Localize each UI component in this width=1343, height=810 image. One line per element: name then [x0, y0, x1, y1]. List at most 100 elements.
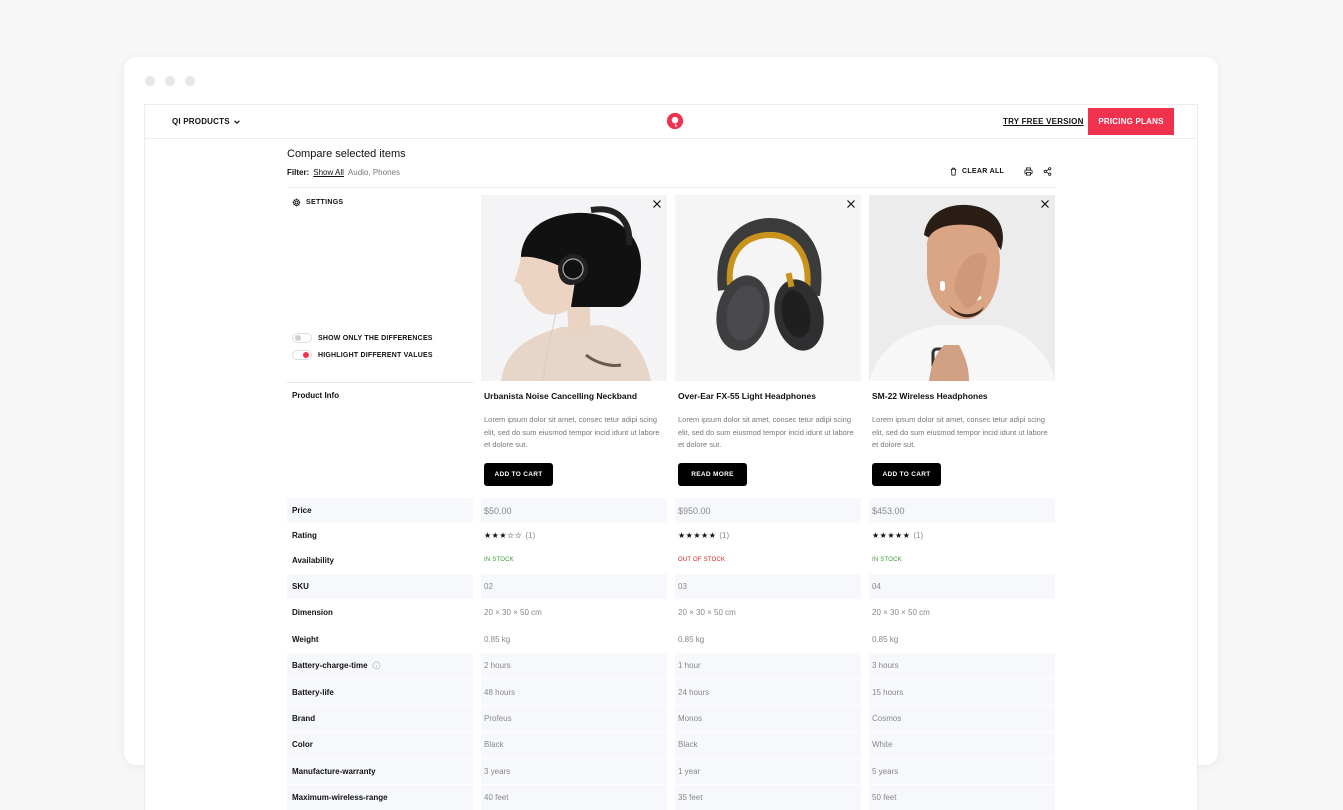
stock-status: IN STOCK [484, 557, 514, 564]
share-icon[interactable] [1043, 167, 1052, 176]
spec-value: 40 feet [481, 784, 667, 810]
spec-value: 50 feet [869, 784, 1055, 810]
product-image[interactable] [675, 195, 861, 381]
spec-label: Dimension [292, 608, 333, 618]
spec-value: 48 hours [481, 679, 667, 705]
product-photo-gold-headphones [675, 195, 861, 381]
rating-count: (1) [719, 531, 730, 541]
spec-row-battery-life: Battery-life 48 hours 24 hours 15 hours [287, 679, 1057, 705]
spec-label: Price [287, 498, 473, 524]
page-viewport: QI PRODUCTS TRY FREE VERSION PRICING PLA… [144, 104, 1198, 810]
product-image[interactable] [869, 195, 1055, 381]
filter-show-all-link[interactable]: Show All [313, 168, 344, 177]
spec-value: $50.00 [481, 498, 667, 524]
spec-label: Manufacture-warranty [287, 758, 473, 784]
product-column: Urbanista Noise Cancelling Neckband Lore… [481, 195, 667, 486]
window-controls [145, 76, 195, 86]
availability-cell: OUT OF STOCK [675, 547, 861, 572]
close-icon[interactable] [846, 199, 856, 209]
rating-stars: ★★★☆☆ [484, 531, 523, 541]
clear-all-label: CLEAR ALL [962, 168, 1005, 175]
filter-bar: Filter: Show All Audio, Phones [287, 168, 400, 177]
pricing-plans-button[interactable]: PRICING PLANS [1088, 108, 1174, 135]
stock-status: OUT OF STOCK [678, 557, 726, 564]
spec-value: 35 feet [675, 784, 861, 810]
spec-row-color: Color Black Black White [287, 732, 1057, 758]
spec-label-cell: Battery-charge-time [287, 652, 473, 679]
spec-value: 0.85 kg [484, 634, 511, 644]
spec-label: Rating [292, 531, 317, 541]
filter-categories[interactable]: Audio, Phones [348, 168, 400, 177]
info-icon[interactable] [372, 661, 381, 670]
spec-row-brand: Brand Profeus Monos Cosmos [287, 705, 1057, 732]
toggle-show-differences[interactable]: SHOW ONLY THE DIFFERENCES [292, 333, 433, 343]
print-icon[interactable] [1024, 167, 1033, 176]
settings-label: SETTINGS [306, 199, 344, 206]
spec-row-rating: Rating ★★★☆☆ (1) ★★★★★ (1) ★★★★★ (1) [287, 524, 1057, 547]
spec-value: 20 × 30 × 50 cm [678, 608, 736, 618]
product-name[interactable]: Over-Ear FX-55 Light Headphones [678, 391, 816, 401]
product-column: SM-22 Wireless Headphones Lorem ipsum do… [869, 195, 1055, 486]
product-photo-woman-headphones [481, 195, 667, 381]
rating-count: (1) [525, 531, 536, 541]
spec-value: 1 hour [675, 652, 861, 679]
rating-cell: ★★★☆☆ (1) [481, 524, 667, 547]
rating-cell: ★★★★★ (1) [869, 524, 1055, 547]
spec-label: Color [287, 732, 473, 758]
spec-value: 02 [481, 573, 667, 600]
add-to-cart-button[interactable]: ADD TO CART [872, 463, 941, 486]
close-icon[interactable] [1040, 199, 1050, 209]
compare-toolbar: CLEAR ALL [949, 167, 1052, 176]
availability-cell: IN STOCK [481, 547, 667, 572]
spec-row-weight: Weight 0.85 kg 0.85 kg 0.85 kg [287, 627, 1057, 653]
product-photo-man-earbuds [869, 195, 1055, 381]
spec-value: $950.00 [675, 498, 861, 524]
rating-stars: ★★★★★ [678, 531, 717, 541]
spec-label: SKU [287, 573, 473, 600]
spec-value: 24 hours [675, 679, 861, 705]
spec-value: 15 hours [869, 679, 1055, 705]
products-menu-label: QI PRODUCTS [172, 117, 230, 126]
product-image[interactable] [481, 195, 667, 381]
spec-label: Battery-charge-time [292, 661, 368, 671]
product-name[interactable]: Urbanista Noise Cancelling Neckband [484, 391, 637, 401]
spec-value: 20 × 30 × 50 cm [484, 608, 542, 618]
chevron-down-icon [233, 119, 240, 124]
spec-value: Monos [675, 705, 861, 732]
filter-label: Filter: [287, 168, 310, 177]
logo-icon[interactable] [666, 112, 684, 130]
spec-value: White [869, 732, 1055, 758]
toggle-label: SHOW ONLY THE DIFFERENCES [318, 334, 433, 342]
try-free-link[interactable]: TRY FREE VERSION [1003, 117, 1084, 126]
close-icon[interactable] [652, 199, 662, 209]
spec-value: 3 hours [869, 652, 1055, 679]
read-more-button[interactable]: READ MORE [678, 463, 747, 486]
toggle-label: HIGHLIGHT DIFFERENT VALUES [318, 351, 433, 359]
product-name[interactable]: SM-22 Wireless Headphones [872, 391, 988, 401]
clear-all-button[interactable]: CLEAR ALL [949, 167, 1004, 176]
window-dot[interactable] [185, 76, 195, 86]
window-dot[interactable] [165, 76, 175, 86]
spec-value: 2 hours [481, 652, 667, 679]
spec-value: $453.00 [869, 498, 1055, 524]
availability-cell: IN STOCK [869, 547, 1055, 572]
product-info-label: Product Info [292, 391, 340, 400]
rating-count: (1) [913, 531, 924, 541]
divider [287, 187, 1057, 188]
spec-label: Maximum-wireless-range [287, 784, 473, 810]
rating-cell: ★★★★★ (1) [675, 524, 861, 547]
toggle-switch[interactable] [292, 350, 312, 360]
product-description: Lorem ipsum dolor sit amet, consec tetur… [484, 415, 660, 449]
spec-value: 03 [675, 573, 861, 600]
spec-row-wireless-range: Maximum-wireless-range 40 feet 35 feet 5… [287, 784, 1057, 810]
toggle-highlight-values[interactable]: HIGHLIGHT DIFFERENT VALUES [292, 350, 433, 360]
spec-value: Black [675, 732, 861, 758]
add-to-cart-button[interactable]: ADD TO CART [484, 463, 553, 486]
window-dot[interactable] [145, 76, 155, 86]
spec-label: Battery-life [287, 679, 473, 705]
settings-button[interactable]: SETTINGS [292, 198, 343, 207]
toggle-switch[interactable] [292, 333, 312, 343]
product-description: Lorem ipsum dolor sit amet, consec tetur… [678, 415, 854, 449]
divider [287, 382, 473, 383]
products-menu[interactable]: QI PRODUCTS [172, 117, 241, 126]
